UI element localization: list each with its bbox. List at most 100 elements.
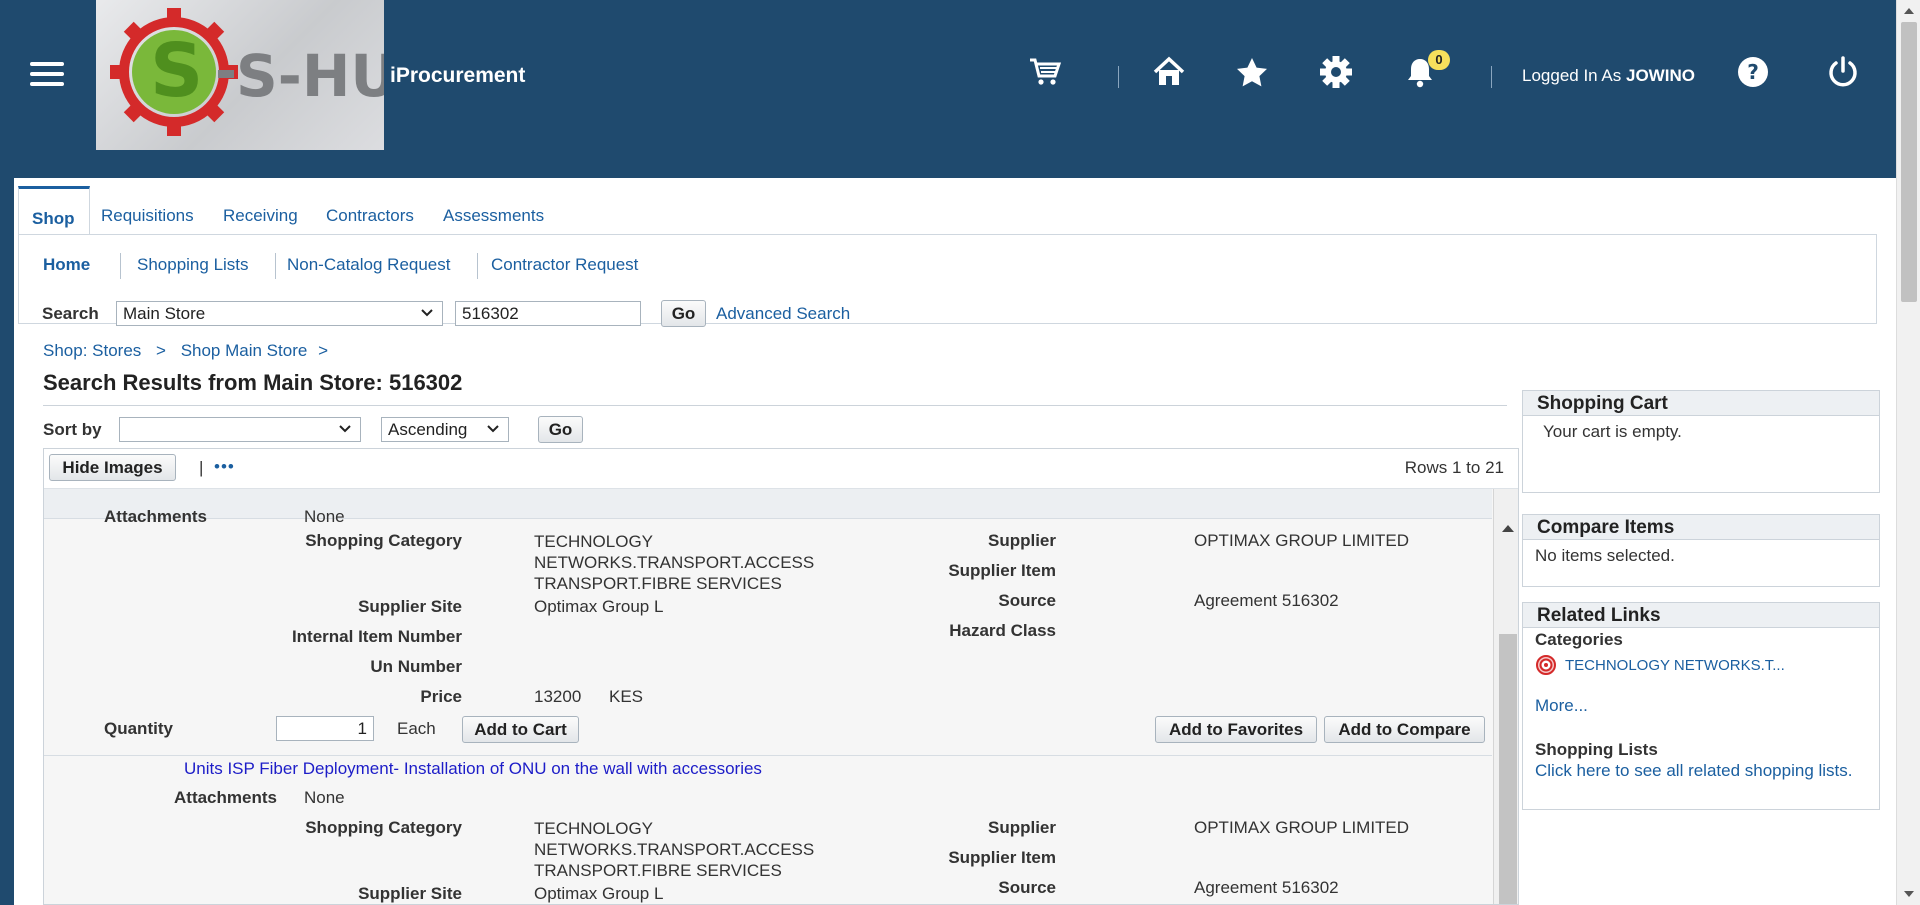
menu-icon[interactable] (30, 62, 64, 92)
attachments-value: None (304, 507, 345, 526)
related-links-title: Related Links (1523, 603, 1879, 628)
subnav-home[interactable]: Home (43, 255, 90, 275)
supplier-site-label: Supplier Site (358, 597, 462, 616)
title-rule (43, 405, 1507, 406)
sort-go-button[interactable]: Go (538, 416, 583, 443)
supplier-site-value: Optimax Group L (534, 884, 664, 903)
more-link[interactable]: More... (1535, 696, 1867, 716)
sort-by-select[interactable] (119, 417, 361, 442)
subnav-separator (477, 253, 478, 279)
un-number-label: Un Number (370, 657, 462, 676)
source-label: Source (998, 591, 1056, 610)
store-select-value: Main Store (123, 304, 206, 323)
store-select[interactable]: Main Store (116, 301, 443, 326)
subnav-non-catalog-request[interactable]: Non-Catalog Request (287, 255, 450, 275)
results-scroll-thumb[interactable] (1499, 634, 1517, 904)
shopping-category-value: TECHNOLOGY NETWORKS.TRANSPORT.ACCESS TRA… (534, 532, 815, 593)
shopping-lists-label: Shopping Lists (1535, 740, 1658, 759)
gear-icon[interactable] (1316, 52, 1356, 92)
breadcrumb: Shop: Stores > Shop Main Store > (43, 341, 334, 361)
breadcrumb-stores[interactable]: Shop: Stores (43, 341, 141, 360)
cart-icon[interactable] (1025, 52, 1065, 92)
breadcrumb-separator: > (156, 341, 166, 360)
hide-images-button[interactable]: Hide Images (49, 454, 176, 481)
scroll-down-arrow-icon[interactable] (1904, 891, 1914, 897)
results-list: Attachments None Shopping Category TECHN… (44, 507, 1492, 904)
subnav-separator (275, 253, 276, 279)
attachments-value: None (304, 788, 345, 807)
breadcrumb-separator: > (318, 341, 328, 360)
tab-assessments[interactable]: Assessments (443, 186, 544, 234)
app-header: S S-HUB iProcurement 0 Logged In As JOWI… (0, 0, 1896, 178)
internal-item-label: Internal Item Number (291, 627, 462, 646)
svg-text:?: ? (1747, 60, 1759, 84)
advanced-search-link[interactable]: Advanced Search (716, 304, 850, 324)
home-icon[interactable] (1149, 52, 1189, 92)
source-label: Source (998, 878, 1056, 897)
price-label: Price (420, 687, 462, 706)
svg-text:S: S (150, 28, 203, 114)
chevron-down-icon (487, 425, 499, 433)
add-to-cart-button[interactable]: Add to Cart (462, 716, 579, 743)
chevron-down-icon (421, 309, 433, 317)
source-value: Agreement 516302 (1194, 591, 1339, 610)
content-panel: Shop Requisitions Receiving Contractors … (14, 178, 1896, 905)
page-title: Search Results from Main Store: 516302 (43, 370, 463, 395)
notification-badge: 0 (1428, 50, 1450, 70)
item-title-link[interactable]: Units ISP Fiber Deployment- Installation… (184, 759, 762, 779)
chevron-down-icon (339, 425, 351, 433)
star-icon[interactable] (1232, 52, 1272, 92)
shopping-cart-box: Shopping Cart Your cart is empty. (1522, 390, 1880, 493)
quantity-input[interactable]: 1 (276, 716, 374, 741)
supplier-site-value: Optimax Group L (534, 597, 664, 616)
more-options-icon[interactable]: ••• (214, 457, 235, 477)
results-table: Hide Images | ••• Rows 1 to 21 Attachmen… (43, 448, 1519, 905)
cart-empty-text: Your cart is empty. (1543, 422, 1682, 441)
breadcrumb-main-store[interactable]: Shop Main Store (181, 341, 308, 360)
rows-info: Rows 1 to 21 (1404, 458, 1504, 477)
sort-by-label: Sort by (43, 420, 102, 439)
shopping-cart-title: Shopping Cart (1523, 391, 1879, 416)
shopping-category-value: TECHNOLOGY NETWORKS.TRANSPORT.ACCESS TRA… (534, 819, 815, 880)
source-value: Agreement 516302 (1194, 878, 1339, 897)
page-scroll-thumb[interactable] (1901, 22, 1917, 302)
search-go-button[interactable]: Go (661, 300, 706, 327)
tab-receiving[interactable]: Receiving (223, 186, 298, 234)
search-input[interactable]: 516302 (455, 301, 641, 326)
supplier-item-label: Supplier Item (948, 848, 1056, 867)
subnav-separator (120, 253, 121, 279)
subnav-contractor-request[interactable]: Contractor Request (491, 255, 638, 275)
page-scrollbar[interactable] (1896, 0, 1920, 905)
sort-order-select[interactable]: Ascending (381, 417, 509, 442)
subnav-shopping-lists[interactable]: Shopping Lists (137, 255, 249, 275)
sort-order-value: Ascending (388, 420, 468, 439)
quantity-label: Quantity (104, 719, 173, 738)
compare-items-box: Compare Items No items selected. (1522, 514, 1880, 587)
scroll-up-arrow-icon[interactable] (1904, 8, 1914, 14)
target-icon (1536, 655, 1556, 675)
attachments-label: Attachments (104, 507, 207, 526)
supplier-value: OPTIMAX GROUP LIMITED (1194, 818, 1410, 837)
related-links-box: Related Links Categories TECHNOLOGY NETW… (1522, 602, 1880, 810)
supplier-value: OPTIMAX GROUP LIMITED (1194, 531, 1410, 550)
add-to-compare-button[interactable]: Add to Compare (1324, 716, 1485, 743)
help-icon[interactable]: ? (1733, 52, 1773, 92)
shopping-lists-link[interactable]: Click here to see all related shopping l… (1535, 760, 1867, 781)
currency-value: KES (609, 687, 644, 706)
app-title: iProcurement (390, 64, 526, 87)
scroll-up-arrow-icon[interactable] (1502, 525, 1514, 532)
search-label: Search (42, 304, 99, 323)
add-to-favorites-button[interactable]: Add to Favorites (1155, 716, 1317, 743)
item-divider (44, 755, 1492, 756)
results-scrollbar[interactable] (1493, 489, 1518, 904)
tab-shop[interactable]: Shop (18, 186, 90, 234)
compare-empty-text: No items selected. (1535, 546, 1675, 565)
supplier-site-label: Supplier Site (358, 884, 462, 903)
price-value: 13200 (534, 687, 582, 706)
power-icon[interactable] (1823, 52, 1863, 92)
tab-requisitions[interactable]: Requisitions (101, 186, 194, 234)
tab-contractors[interactable]: Contractors (326, 186, 414, 234)
category-link[interactable]: TECHNOLOGY NETWORKS.T... (1565, 657, 1785, 674)
shopping-category-label: Shopping Category (305, 531, 462, 550)
compare-items-title: Compare Items (1523, 515, 1879, 540)
